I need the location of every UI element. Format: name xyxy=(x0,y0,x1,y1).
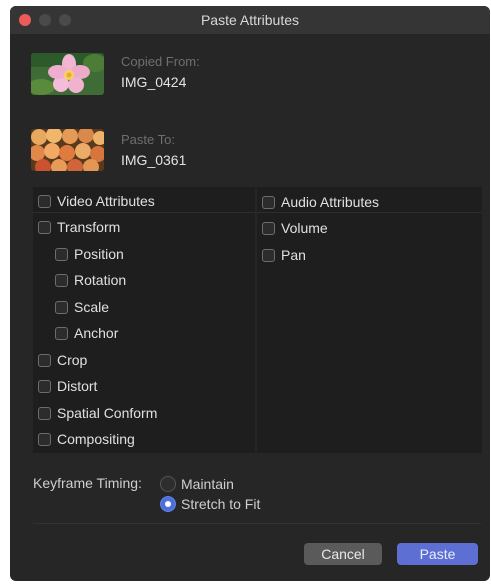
anchor-checkbox[interactable]: Anchor xyxy=(55,321,118,345)
flower-thumbnail xyxy=(31,53,104,95)
checkbox-label: Distort xyxy=(57,378,98,394)
checkbox-label: Transform xyxy=(57,219,121,235)
divider xyxy=(257,212,482,213)
pan-checkbox[interactable]: Pan xyxy=(262,243,306,267)
distort-checkbox[interactable]: Distort xyxy=(38,374,97,398)
checkbox-box[interactable] xyxy=(38,353,51,367)
checkbox-label: Pan xyxy=(281,247,306,263)
fruit-thumbnail xyxy=(31,129,104,171)
spatial-conform-checkbox[interactable]: Spatial Conform xyxy=(38,401,157,425)
radio-label: Maintain xyxy=(181,476,234,492)
checkbox-label: Anchor xyxy=(74,325,119,341)
radio-label: Stretch to Fit xyxy=(181,496,261,512)
checkbox-box[interactable] xyxy=(38,379,51,393)
copied-from-name: IMG_0424 xyxy=(121,74,187,90)
checkbox-label: Spatial Conform xyxy=(57,405,158,421)
compositing-checkbox[interactable]: Compositing xyxy=(38,427,135,451)
copied-from-label: Copied From: xyxy=(121,54,200,69)
checkbox-box[interactable] xyxy=(38,406,51,420)
paste-attributes-window: Paste Attributes Copied From: IMG_0424 P… xyxy=(10,6,490,581)
checkbox-box[interactable] xyxy=(55,273,68,287)
checkbox-label: Crop xyxy=(57,352,88,368)
window-title: Paste Attributes xyxy=(200,12,300,28)
checkbox-label: Audio Attributes xyxy=(281,194,380,210)
audio-attributes-panel: Audio Attributes Volume Pan xyxy=(257,187,482,453)
checkbox-label: Volume xyxy=(281,220,328,236)
checkbox-box[interactable] xyxy=(38,194,51,208)
checkbox-label: Position xyxy=(74,246,124,262)
checkbox-label: Compositing xyxy=(57,431,135,447)
paste-to-label: Paste To: xyxy=(121,132,175,147)
radio-button[interactable] xyxy=(160,476,176,492)
checkbox-box[interactable] xyxy=(55,247,68,261)
paste-to-name: IMG_0361 xyxy=(121,152,187,168)
crop-checkbox[interactable]: Crop xyxy=(38,348,87,372)
radio-button-selected[interactable] xyxy=(160,496,176,512)
divider xyxy=(33,523,481,524)
position-checkbox[interactable]: Position xyxy=(55,242,124,266)
checkbox-box[interactable] xyxy=(262,248,275,262)
divider xyxy=(33,212,255,213)
keyframe-timing-label: Keyframe Timing: xyxy=(33,475,142,491)
checkbox-box[interactable] xyxy=(262,221,275,235)
video-attributes-panel: Video Attributes Transform Position Rota… xyxy=(33,187,255,453)
checkbox-box[interactable] xyxy=(55,300,68,314)
video-attributes-checkbox[interactable]: Video Attributes xyxy=(38,189,155,213)
cancel-button[interactable]: Cancel xyxy=(304,543,382,565)
stretch-to-fit-radio[interactable]: Stretch to Fit xyxy=(160,494,260,514)
transform-checkbox[interactable]: Transform xyxy=(38,215,120,239)
checkbox-box[interactable] xyxy=(38,220,51,234)
rotation-checkbox[interactable]: Rotation xyxy=(55,268,126,292)
title-bar: Paste Attributes xyxy=(10,6,490,34)
checkbox-label: Scale xyxy=(74,299,110,315)
audio-attributes-checkbox[interactable]: Audio Attributes xyxy=(262,190,379,214)
checkbox-box[interactable] xyxy=(262,195,275,209)
checkbox-box[interactable] xyxy=(38,432,51,446)
volume-checkbox[interactable]: Volume xyxy=(262,216,328,240)
maintain-radio[interactable]: Maintain xyxy=(160,474,234,494)
scale-checkbox[interactable]: Scale xyxy=(55,295,109,319)
checkbox-label: Rotation xyxy=(74,272,127,288)
paste-button[interactable]: Paste xyxy=(397,543,478,565)
checkbox-box[interactable] xyxy=(55,326,68,340)
checkbox-label: Video Attributes xyxy=(57,193,155,209)
